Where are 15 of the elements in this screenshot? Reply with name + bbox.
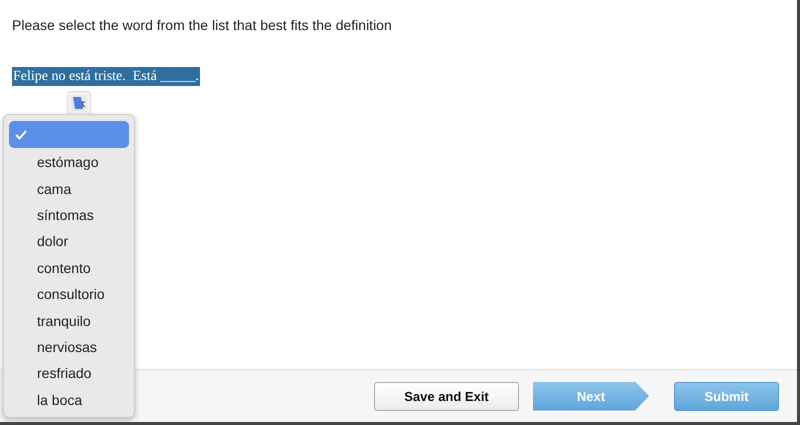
dropdown-option[interactable]: tranquilo [9,307,129,334]
dropdown-option[interactable]: la boca [9,386,129,413]
dropdown-option[interactable]: resfriado [9,360,129,387]
dropdown-option[interactable]: cama [9,175,129,202]
highlighted-sentence: Felipe no está triste. Está _____. [12,67,200,86]
dropdown-option[interactable]: síntomas [9,202,129,228]
dropdown-option[interactable]: estómago [9,149,129,176]
check-icon [15,130,27,140]
save-and-exit-button[interactable]: Save and Exit [374,382,519,410]
dropdown-option[interactable]: nerviosas [9,334,129,360]
translate-icon[interactable] [67,91,91,115]
dropdown-option[interactable]: dolor [9,228,129,255]
instruction-text: Please select the word from the list that best fits the definition [12,17,393,33]
dropdown-option[interactable]: contento [9,254,129,281]
dropdown-option[interactable]: consultorio [9,280,129,308]
